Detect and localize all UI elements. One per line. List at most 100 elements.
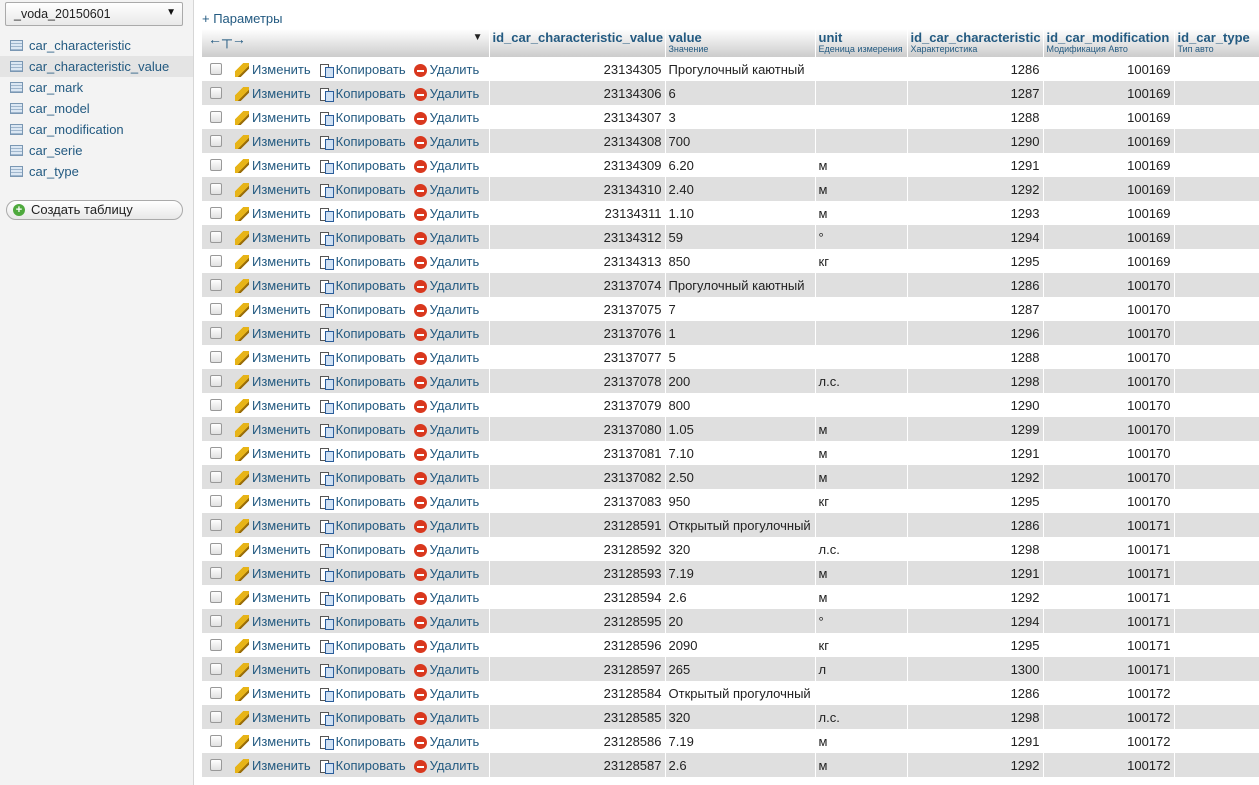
modification-id-cell[interactable]: 100169 — [1043, 81, 1175, 105]
delete-link[interactable]: Удалить — [413, 470, 479, 485]
modification-id-cell[interactable]: 100169 — [1043, 153, 1175, 177]
row-checkbox[interactable] — [210, 711, 222, 724]
characteristic-id-cell[interactable]: 1295 — [907, 249, 1044, 273]
delete-link[interactable]: Удалить — [413, 62, 479, 77]
sort-dropdown-icon[interactable]: ▼ — [473, 32, 483, 43]
id-cell[interactable]: 23134307 — [489, 105, 666, 129]
edit-link[interactable]: Изменить — [235, 278, 311, 294]
copy-link[interactable]: Копировать — [319, 350, 406, 367]
type-id-cell[interactable]: 27 — [1174, 561, 1259, 585]
id-cell[interactable]: 23128597 — [489, 657, 666, 681]
id-cell[interactable]: 23137075 — [489, 297, 666, 321]
modification-id-cell[interactable]: 100169 — [1043, 129, 1175, 153]
modification-id-cell[interactable]: 100170 — [1043, 345, 1175, 369]
unit-cell[interactable]: м — [815, 753, 908, 777]
table-list-item[interactable]: car_serie — [0, 140, 193, 161]
row-checkbox[interactable] — [210, 303, 222, 316]
table-name[interactable]: car_modification — [29, 122, 124, 137]
copy-link[interactable]: Копировать — [319, 182, 406, 199]
characteristic-id-cell[interactable]: 1294 — [907, 225, 1044, 249]
value-cell[interactable]: 1 — [665, 321, 816, 345]
row-checkbox[interactable] — [210, 471, 222, 484]
unit-cell[interactable] — [815, 129, 908, 153]
value-cell[interactable]: 2090 — [665, 633, 816, 657]
value-cell[interactable]: 3 — [665, 105, 816, 129]
edit-link[interactable]: Изменить — [235, 326, 311, 342]
type-id-cell[interactable]: 27 — [1174, 81, 1259, 105]
delete-link[interactable]: Удалить — [413, 182, 479, 197]
delete-link[interactable]: Удалить — [413, 518, 479, 533]
type-id-cell[interactable]: 27 — [1174, 129, 1259, 153]
table-list-item[interactable]: car_type — [0, 161, 193, 182]
id-cell[interactable]: 23134312 — [489, 225, 666, 249]
value-cell[interactable]: 800 — [665, 393, 816, 417]
value-cell[interactable]: 265 — [665, 657, 816, 681]
characteristic-id-cell[interactable]: 1298 — [907, 369, 1044, 393]
edit-link[interactable]: Изменить — [235, 494, 311, 510]
type-id-cell[interactable]: 27 — [1174, 201, 1259, 225]
column-header[interactable]: id_car_modification Модификация Авто — [1043, 29, 1175, 57]
id-cell[interactable]: 23137079 — [489, 393, 666, 417]
id-cell[interactable]: 23128584 — [489, 681, 666, 705]
characteristic-id-cell[interactable]: 1291 — [907, 441, 1044, 465]
table-name[interactable]: car_mark — [29, 80, 83, 95]
characteristic-id-cell[interactable]: 1291 — [907, 729, 1044, 753]
row-checkbox[interactable] — [210, 639, 222, 652]
row-checkbox[interactable] — [210, 375, 222, 388]
column-name[interactable]: id_car_characteristic_value — [493, 30, 664, 45]
parameters-link[interactable]: + Параметры — [202, 11, 283, 26]
delete-link[interactable]: Удалить — [413, 86, 479, 101]
row-checkbox[interactable] — [210, 495, 222, 508]
value-cell[interactable]: 200 — [665, 369, 816, 393]
copy-link[interactable]: Копировать — [319, 422, 406, 439]
edit-link[interactable]: Изменить — [235, 206, 311, 222]
copy-link[interactable]: Копировать — [319, 62, 406, 79]
value-cell[interactable]: 700 — [665, 129, 816, 153]
type-id-cell[interactable]: 27 — [1174, 153, 1259, 177]
value-cell[interactable]: 7.19 — [665, 561, 816, 585]
unit-cell[interactable]: л.с. — [815, 537, 908, 561]
type-id-cell[interactable]: 27 — [1174, 225, 1259, 249]
delete-link[interactable]: Удалить — [413, 734, 479, 749]
copy-link[interactable]: Копировать — [319, 494, 406, 511]
value-cell[interactable]: Открытый прогулочный — [665, 513, 816, 537]
column-header[interactable]: unit Еденица измерения — [815, 29, 908, 57]
value-cell[interactable]: 1.05 — [665, 417, 816, 441]
column-header[interactable]: id_car_characteristic_value — [489, 29, 666, 57]
characteristic-id-cell[interactable]: 1294 — [907, 609, 1044, 633]
delete-link[interactable]: Удалить — [413, 758, 479, 773]
id-cell[interactable]: 23128594 — [489, 585, 666, 609]
row-checkbox[interactable] — [210, 111, 222, 124]
delete-link[interactable]: Удалить — [413, 278, 479, 293]
type-id-cell[interactable]: 27 — [1174, 537, 1259, 561]
characteristic-id-cell[interactable]: 1300 — [907, 657, 1044, 681]
value-cell[interactable]: 20 — [665, 609, 816, 633]
value-cell[interactable]: 6.20 — [665, 153, 816, 177]
row-checkbox[interactable] — [210, 351, 222, 364]
characteristic-id-cell[interactable]: 1290 — [907, 393, 1044, 417]
modification-id-cell[interactable]: 100172 — [1043, 729, 1175, 753]
column-name[interactable]: id_car_type — [1178, 30, 1259, 45]
type-id-cell[interactable]: 27 — [1174, 633, 1259, 657]
value-cell[interactable]: 7 — [665, 297, 816, 321]
type-id-cell[interactable]: 27 — [1174, 729, 1259, 753]
table-list-item[interactable]: car_modification — [0, 119, 193, 140]
modification-id-cell[interactable]: 100170 — [1043, 297, 1175, 321]
id-cell[interactable]: 23128592 — [489, 537, 666, 561]
modification-id-cell[interactable]: 100169 — [1043, 177, 1175, 201]
unit-cell[interactable] — [815, 345, 908, 369]
unit-cell[interactable] — [815, 81, 908, 105]
type-id-cell[interactable]: 27 — [1174, 177, 1259, 201]
type-id-cell[interactable]: 27 — [1174, 57, 1259, 81]
delete-link[interactable]: Удалить — [413, 542, 479, 557]
value-cell[interactable]: Прогулочный каютный — [665, 57, 816, 81]
unit-cell[interactable]: л — [815, 657, 908, 681]
id-cell[interactable]: 23128586 — [489, 729, 666, 753]
characteristic-id-cell[interactable]: 1295 — [907, 633, 1044, 657]
value-cell[interactable]: 2.50 — [665, 465, 816, 489]
unit-cell[interactable]: ° — [815, 225, 908, 249]
row-checkbox[interactable] — [210, 543, 222, 556]
copy-link[interactable]: Копировать — [319, 326, 406, 343]
row-checkbox[interactable] — [210, 63, 222, 76]
row-checkbox[interactable] — [210, 399, 222, 412]
